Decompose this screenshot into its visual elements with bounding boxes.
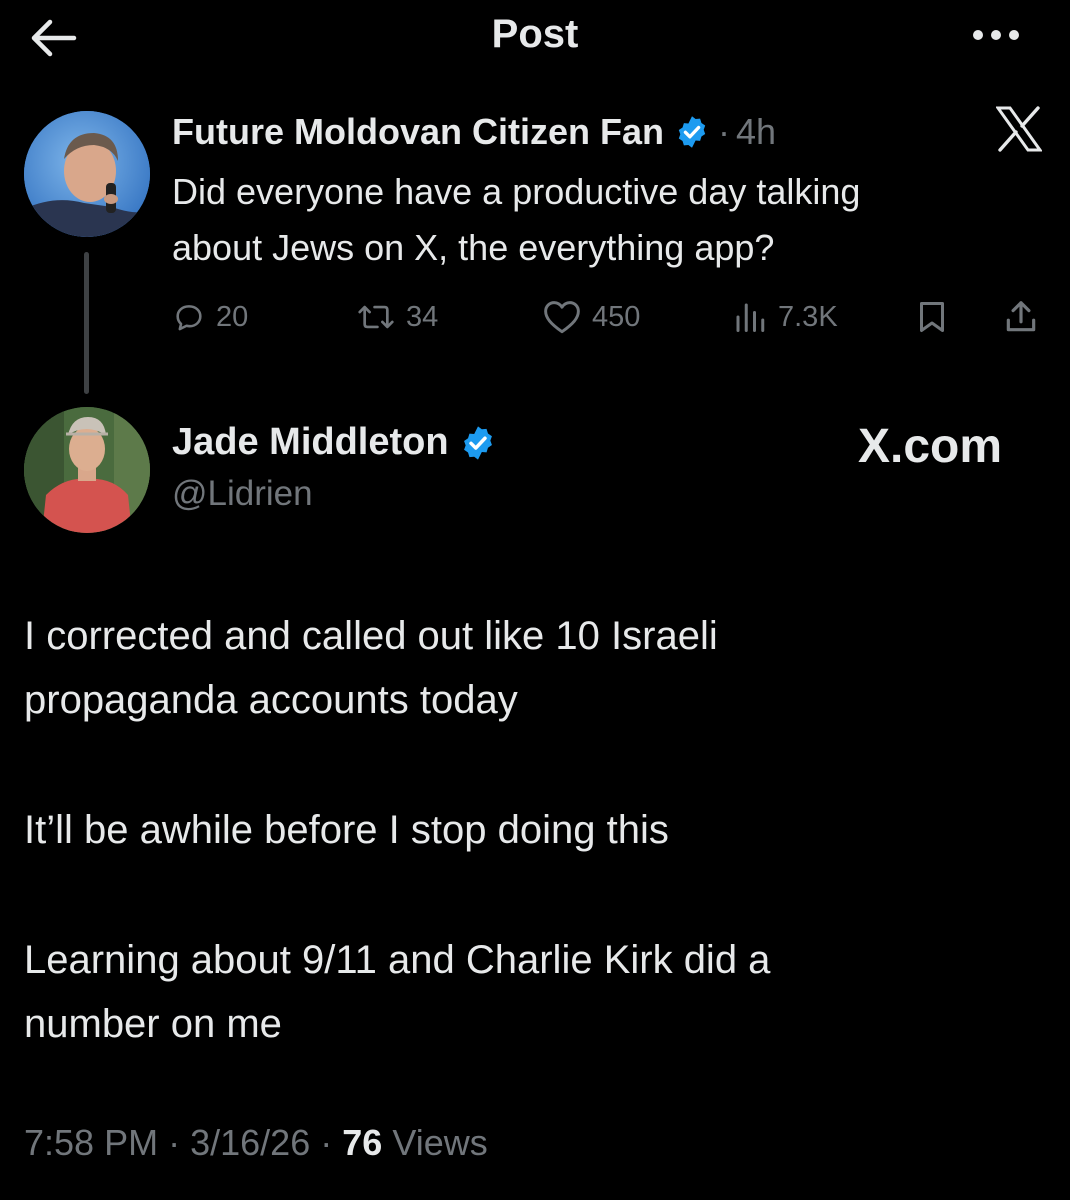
repost-count: 34: [406, 300, 439, 333]
post-text-line: number on me: [24, 1002, 282, 1046]
share-icon: [1006, 301, 1036, 332]
post-time[interactable]: 7:58 PM: [24, 1122, 158, 1163]
like-count: 450: [592, 300, 641, 333]
post-text-line: Learning about 9/11 and Charlie Kirk did…: [24, 938, 771, 982]
reply-button[interactable]: 20: [172, 290, 248, 344]
meta-separator: ·: [168, 1122, 181, 1163]
post-date[interactable]: 3/16/26: [190, 1122, 310, 1163]
more-horizontal-icon: [973, 30, 1019, 40]
post-text-line: propaganda accounts today: [24, 678, 518, 722]
repost-button[interactable]: 34: [356, 290, 438, 344]
post-body: I corrected and called out like 10 Israe…: [24, 604, 1024, 1056]
post-author-header: Jade Middleton: [172, 416, 495, 468]
quoted-post-header: Future Moldovan Citizen Fan · 4h: [172, 108, 776, 156]
share-button[interactable]: [1002, 290, 1040, 344]
post-views-count[interactable]: 76: [342, 1122, 382, 1163]
verified-badge-icon: [674, 114, 710, 150]
bookmark-icon: [920, 302, 944, 332]
post-text-line: It’ll be awhile before I stop doing this: [24, 808, 669, 852]
author-avatar[interactable]: [24, 407, 150, 533]
views-count: 7.3K: [778, 300, 838, 333]
separator-dot: ·: [718, 111, 730, 152]
x-logo-icon: [995, 106, 1043, 152]
like-button[interactable]: 450: [542, 290, 640, 344]
author-handle[interactable]: @Lidrien: [172, 474, 313, 514]
analytics-icon: [736, 303, 765, 332]
post-action-bar: 20 34 450 7.3K: [172, 290, 1052, 344]
quoted-post-text: Did everyone have a productive day talki…: [172, 164, 1012, 276]
xcom-watermark-text: X.com: [858, 419, 1003, 473]
quoted-text-line: about Jews on X, the everything app?: [172, 227, 775, 268]
xcom-watermark: X.com: [856, 418, 1002, 474]
views-button[interactable]: 7.3K: [732, 290, 838, 344]
heart-icon: [544, 301, 580, 334]
post-views-label: Views: [392, 1122, 488, 1163]
repost-icon: [358, 305, 394, 329]
verified-badge-icon: [459, 424, 495, 460]
quoted-author-name[interactable]: Future Moldovan Citizen Fan: [172, 111, 664, 153]
post-meta: 7:58 PM · 3/16/26 · 76 Views: [24, 1122, 488, 1164]
quoted-post-time[interactable]: 4h: [736, 111, 776, 153]
reply-icon: [176, 305, 202, 331]
page-title: Post: [491, 12, 579, 56]
author-name[interactable]: Jade Middleton: [172, 421, 449, 464]
meta-separator: ·: [320, 1122, 333, 1163]
post-text-line: I corrected and called out like 10 Israe…: [24, 614, 718, 658]
quoted-author-avatar[interactable]: [24, 111, 150, 237]
reply-count: 20: [216, 300, 249, 333]
bookmark-button[interactable]: [914, 290, 950, 344]
quoted-text-line: Did everyone have a productive day talki…: [172, 171, 861, 212]
more-options-button[interactable]: [966, 20, 1026, 50]
thread-connector-line: [84, 252, 89, 394]
